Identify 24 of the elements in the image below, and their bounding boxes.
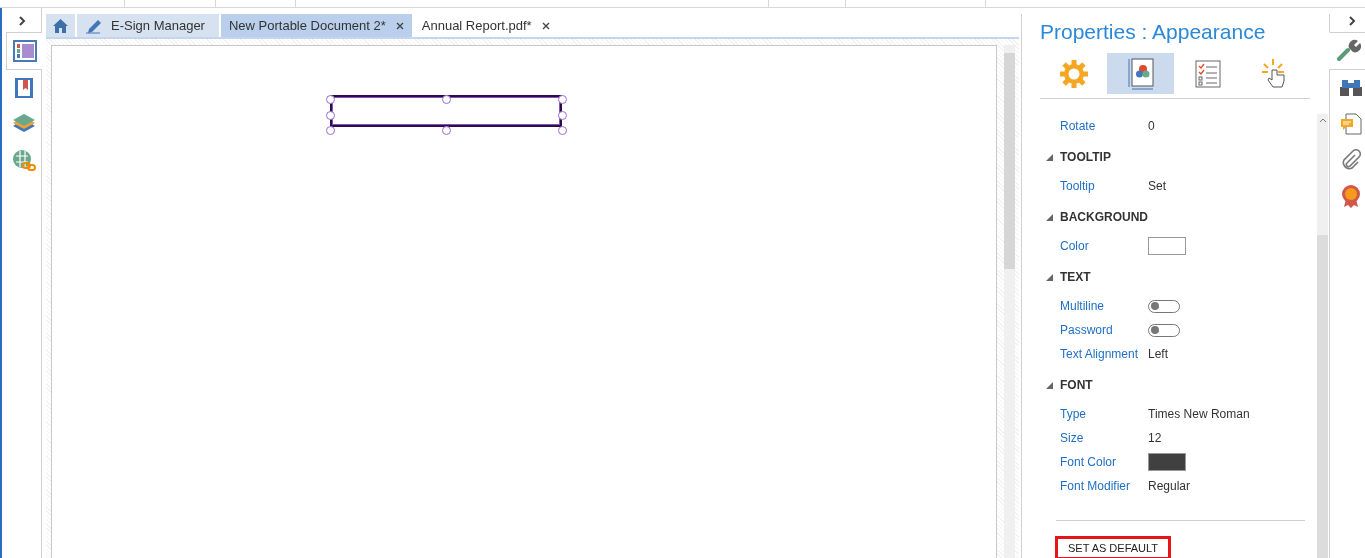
property-label: Font Color [1060,455,1118,469]
section-heading: TOOLTIP [1060,150,1111,164]
document-tab[interactable]: New Portable Document 2* [220,14,412,37]
property-label: Color [1060,239,1090,253]
section-heading: TEXT [1060,270,1091,284]
property-value: Times New Roman [1148,407,1250,421]
property-label: Size [1060,431,1085,445]
property-value: 0 [1148,119,1155,133]
section-heading: BACKGROUND [1060,210,1148,224]
set-default-button[interactable]: SET AS DEFAULT [1055,536,1172,558]
property-label: Multiline [1060,299,1105,313]
property-label: Font Modifier [1060,479,1132,493]
property-value: Regular [1148,479,1191,493]
property-value: 12 [1148,431,1162,445]
section-heading: FONT [1060,378,1093,392]
property-value: Left [1148,347,1168,361]
document-tab[interactable]: E-Sign Manager [77,14,219,37]
panel-title: Properties : Appearance [1040,20,1267,45]
property-label: Type [1060,407,1087,421]
property-value: Set [1148,179,1166,193]
property-label: Password [1060,323,1114,337]
property-label: Rotate [1060,119,1097,133]
property-label: Text Alignment [1060,347,1140,361]
property-label: Tooltip [1060,179,1096,193]
